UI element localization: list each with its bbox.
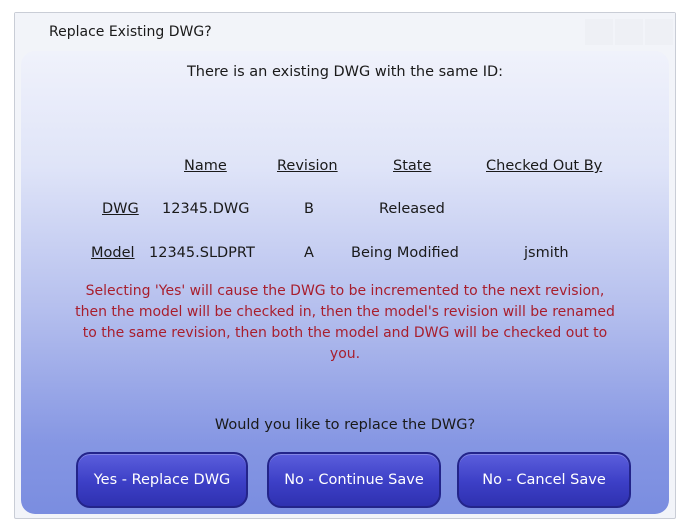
warning-text: Selecting 'Yes' will cause the DWG to be… xyxy=(25,281,665,365)
no-continue-save-button[interactable]: No - Continue Save xyxy=(267,452,441,508)
close-button[interactable] xyxy=(645,19,673,45)
dwg-name: 12345.DWG xyxy=(162,201,250,217)
maximize-button[interactable] xyxy=(615,19,643,45)
dwg-state: Released xyxy=(379,201,445,217)
window-title: Replace Existing DWG? xyxy=(49,24,212,40)
warning-line: then the model will be checked in, then … xyxy=(75,304,615,320)
header-checked-out-by: Checked Out By xyxy=(486,158,603,174)
model-checked-out-by: jsmith xyxy=(524,245,569,261)
model-revision: A xyxy=(304,245,314,261)
row-label-dwg: DWG xyxy=(102,201,139,217)
yes-replace-dwg-button[interactable]: Yes - Replace DWG xyxy=(76,452,248,508)
row-label-model: Model xyxy=(91,245,135,261)
model-state: Being Modified xyxy=(351,245,459,261)
intro-text: There is an existing DWG with the same I… xyxy=(186,64,504,80)
dwg-revision: B xyxy=(304,201,314,217)
replace-dwg-dialog-window: Replace Existing DWG? There is an existi… xyxy=(14,12,676,519)
header-revision: Revision xyxy=(277,158,338,174)
header-name: Name xyxy=(184,158,227,174)
warning-line: to the same revision, then both the mode… xyxy=(82,325,608,341)
header-state: State xyxy=(393,158,432,174)
question-text: Would you like to replace the DWG? xyxy=(214,417,476,433)
warning-line: you. xyxy=(329,346,361,362)
no-cancel-save-button[interactable]: No - Cancel Save xyxy=(457,452,631,508)
minimize-button[interactable] xyxy=(585,19,613,45)
title-bar: Replace Existing DWG? xyxy=(15,13,675,51)
warning-line: Selecting 'Yes' will cause the DWG to be… xyxy=(85,283,605,299)
model-name: 12345.SLDPRT xyxy=(149,245,255,261)
dialog-body: There is an existing DWG with the same I… xyxy=(21,51,669,514)
